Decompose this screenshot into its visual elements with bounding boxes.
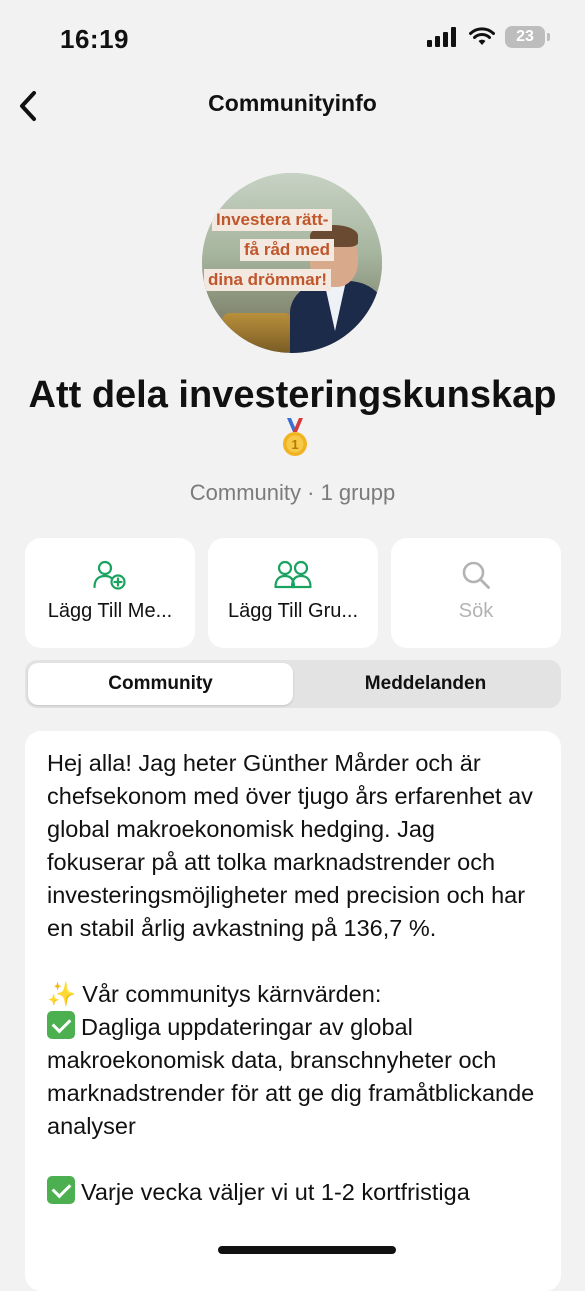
tab-switcher: Community Meddelanden <box>25 660 561 708</box>
svg-text:1: 1 <box>291 437 298 452</box>
description-card: Hej alla! Jag heter Günther Mårder och ä… <box>25 731 561 1291</box>
avatar-tag-line3: dina drömmar! <box>204 269 332 291</box>
add-member-button[interactable]: Lägg Till Me... <box>25 538 195 648</box>
home-indicator[interactable] <box>218 1246 396 1254</box>
description-intro: Hej alla! Jag heter Günther Mårder och ä… <box>47 750 533 941</box>
value-item-2: Varje vecka väljer vi ut 1-2 kortfristig… <box>47 1176 539 1209</box>
sparkles-icon: ✨ <box>47 981 77 1007</box>
avatar-tag-line1: Investera rätt- <box>212 209 333 231</box>
group-title: Att dela investeringskunskap 1 <box>20 372 565 465</box>
nav-bar: Communityinfo <box>0 78 585 134</box>
group-subtitle: Community · 1 grupp <box>189 480 396 505</box>
group-title-text: Att dela investeringskunskap <box>28 374 557 416</box>
action-row: Lägg Till Me... Lägg Till Gru... Sök <box>25 538 561 648</box>
check-mark-icon <box>47 1011 75 1039</box>
value-item-1-text: Dagliga uppdateringar av global makroeko… <box>47 1014 535 1139</box>
tab-community[interactable]: Community <box>28 663 293 705</box>
community-avatar[interactable]: Investera rätt- få råd med dina drömmar! <box>202 173 382 353</box>
values-heading: Vår communitys kärnvärden: <box>82 981 382 1007</box>
status-time: 16:19 <box>60 24 129 54</box>
search-button[interactable]: Sök <box>391 538 561 648</box>
add-member-label: Lägg Till Me... <box>47 600 173 622</box>
check-mark-icon <box>47 1176 75 1204</box>
value-item-1: Dagliga uppdateringar av global makroeko… <box>47 1011 539 1143</box>
coins-image <box>222 313 292 353</box>
search-label: Sök <box>458 600 494 622</box>
values-heading-line: ✨ Vår communitys kärnvärden: <box>47 978 539 1011</box>
status-icons: 23 <box>427 26 550 48</box>
wifi-icon <box>469 27 495 45</box>
signal-icon <box>427 27 456 47</box>
add-group-button[interactable]: Lägg Till Gru... <box>208 538 378 648</box>
medal-icon: 1 <box>280 418 310 458</box>
avatar-tag-line2: få råd med <box>240 239 334 261</box>
page-title: Communityinfo <box>208 90 377 116</box>
battery-icon: 23 <box>505 26 550 48</box>
search-icon <box>462 561 490 589</box>
value-item-2-text: Varje vecka väljer vi ut 1-2 kortfristig… <box>81 1179 470 1205</box>
tab-messages[interactable]: Meddelanden <box>293 663 558 705</box>
add-member-icon <box>93 560 126 590</box>
status-bar: 16:19 23 <box>0 0 585 78</box>
add-group-label: Lägg Till Gru... <box>227 600 359 622</box>
add-group-icon <box>274 560 312 589</box>
